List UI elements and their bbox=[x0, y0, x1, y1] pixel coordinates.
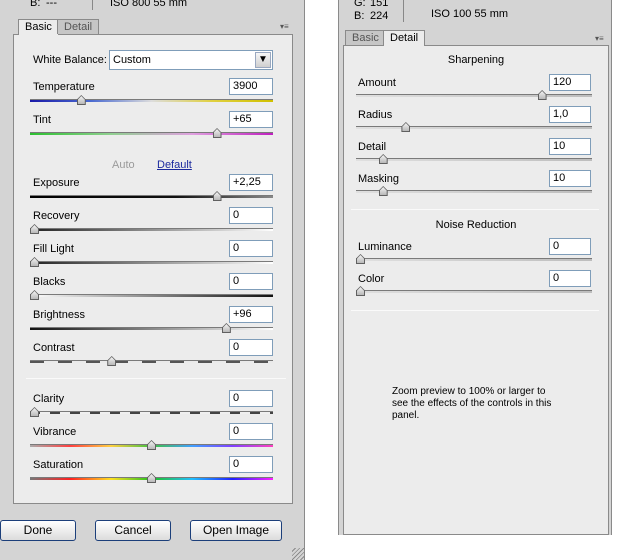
recovery-field[interactable]: 0 bbox=[229, 207, 273, 224]
amount-slider-track[interactable] bbox=[356, 94, 592, 97]
default-link[interactable]: Default bbox=[157, 159, 192, 172]
panel-menu-icon[interactable]: ▾≡ bbox=[595, 34, 607, 44]
recovery-label: Recovery bbox=[33, 210, 80, 222]
b-readout-value: --- bbox=[46, 0, 57, 9]
section-divider bbox=[351, 209, 599, 210]
resize-grip-icon[interactable] bbox=[292, 548, 304, 560]
right-header-strip: G: 151 B: 224 ISO 100 55 mm bbox=[339, 0, 611, 26]
b-readout-value: 224 bbox=[370, 10, 389, 22]
fill-light-label: Fill Light bbox=[33, 243, 74, 255]
clarity-field[interactable]: 0 bbox=[229, 390, 273, 407]
b-readout-label: B: bbox=[354, 10, 365, 22]
vibrance-label: Vibrance bbox=[33, 426, 77, 438]
tint-label: Tint bbox=[33, 114, 51, 126]
chevron-down-icon[interactable]: ▼ bbox=[255, 52, 271, 68]
g-readout-value: 151 bbox=[370, 0, 389, 9]
saturation-field[interactable]: 0 bbox=[229, 456, 273, 473]
color-field[interactable]: 0 bbox=[549, 270, 591, 287]
done-button[interactable]: Done bbox=[0, 520, 76, 541]
right-tab-bar: Basic Detail ▾≡ bbox=[343, 30, 609, 46]
readout-divider bbox=[403, 0, 404, 22]
blacks-field[interactable]: 0 bbox=[229, 273, 273, 290]
section-divider bbox=[26, 378, 286, 379]
contrast-label: Contrast bbox=[33, 342, 75, 354]
clarity-label: Clarity bbox=[33, 393, 65, 405]
detail-slider-track[interactable] bbox=[356, 158, 592, 161]
zoom-preview-note: Zoom preview to 100% or larger to see th… bbox=[392, 386, 552, 421]
exposure-label: Exposure bbox=[33, 177, 80, 189]
clarity-slider-track[interactable] bbox=[30, 411, 273, 414]
fill-light-field[interactable]: 0 bbox=[229, 240, 273, 257]
brightness-slider-track[interactable] bbox=[30, 327, 273, 330]
iso-info: ISO 800 55 mm bbox=[110, 0, 188, 9]
color-slider-track[interactable] bbox=[356, 290, 592, 293]
cancel-button[interactable]: Cancel bbox=[95, 520, 171, 541]
brightness-label: Brightness bbox=[33, 309, 85, 321]
sharpening-heading: Sharpening bbox=[447, 54, 505, 66]
tab-detail[interactable]: Detail bbox=[57, 19, 100, 34]
temperature-field[interactable]: 3900 bbox=[229, 78, 273, 95]
section-divider bbox=[351, 310, 599, 311]
b-readout-label: B: bbox=[30, 0, 41, 9]
g-readout-label: G: bbox=[354, 0, 366, 9]
luminance-field[interactable]: 0 bbox=[549, 238, 591, 255]
blacks-slider-track[interactable] bbox=[30, 294, 273, 297]
blacks-label: Blacks bbox=[33, 276, 66, 288]
tint-field[interactable]: +65 bbox=[229, 111, 273, 128]
color-label: Color bbox=[358, 273, 385, 285]
exposure-slider-track[interactable] bbox=[30, 195, 273, 198]
recovery-slider-track[interactable] bbox=[30, 228, 273, 231]
tint-slider-track[interactable] bbox=[30, 132, 273, 135]
masking-slider-track[interactable] bbox=[356, 190, 592, 193]
noise-reduction-heading: Noise Reduction bbox=[435, 219, 517, 231]
saturation-label: Saturation bbox=[33, 459, 84, 471]
open-image-button[interactable]: Open Image bbox=[190, 520, 282, 541]
contrast-field[interactable]: 0 bbox=[229, 339, 273, 356]
exposure-field[interactable]: +2,25 bbox=[229, 174, 273, 191]
panel-menu-icon[interactable]: ▾≡ bbox=[280, 22, 292, 32]
left-camera-raw-panel: B: --- ISO 800 55 mm Basic Detail ▾≡ Whi… bbox=[0, 0, 305, 560]
white-balance-label: White Balance: bbox=[33, 54, 107, 66]
white-balance-select[interactable]: Custom ▼ bbox=[109, 50, 273, 70]
radius-field[interactable]: 1,0 bbox=[549, 106, 591, 123]
tab-basic[interactable]: Basic bbox=[18, 19, 59, 35]
brightness-field[interactable]: +96 bbox=[229, 306, 273, 323]
auto-link[interactable]: Auto bbox=[112, 159, 135, 172]
left-tab-bar: Basic Detail ▾≡ bbox=[15, 19, 295, 35]
tab-detail[interactable]: Detail bbox=[383, 30, 426, 46]
left-header-strip: B: --- ISO 800 55 mm bbox=[0, 0, 304, 18]
amount-label: Amount bbox=[358, 77, 396, 89]
amount-field[interactable]: 120 bbox=[549, 74, 591, 91]
tab-basic[interactable]: Basic bbox=[345, 30, 386, 45]
temperature-label: Temperature bbox=[33, 81, 95, 93]
right-camera-raw-panel: G: 151 B: 224 ISO 100 55 mm Basic Detail… bbox=[338, 0, 612, 535]
masking-label: Masking bbox=[358, 173, 399, 185]
luminance-label: Luminance bbox=[358, 241, 412, 253]
luminance-slider-track[interactable] bbox=[356, 258, 592, 261]
iso-info: ISO 100 55 mm bbox=[431, 8, 509, 20]
radius-slider-track[interactable] bbox=[356, 126, 592, 129]
masking-field[interactable]: 10 bbox=[549, 170, 591, 187]
contrast-slider-track[interactable] bbox=[30, 360, 273, 363]
detail-label: Detail bbox=[358, 141, 387, 153]
readout-divider bbox=[92, 0, 93, 10]
vibrance-field[interactable]: 0 bbox=[229, 423, 273, 440]
radius-label: Radius bbox=[358, 109, 393, 121]
white-balance-value: Custom bbox=[113, 54, 151, 66]
temperature-slider-track[interactable] bbox=[30, 99, 273, 102]
fill-light-slider-track[interactable] bbox=[30, 261, 273, 264]
detail-field[interactable]: 10 bbox=[549, 138, 591, 155]
